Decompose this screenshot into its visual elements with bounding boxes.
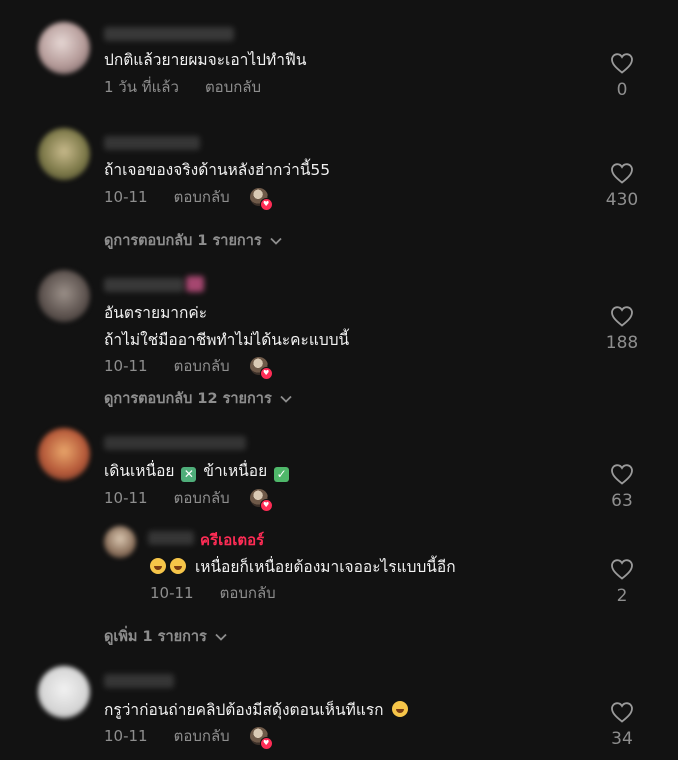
comment-text: อันตรายมากค่ะ ถ้าไม่ใช่มืออาชีพทำไม่ได้น… xyxy=(104,304,350,349)
like-button[interactable]: 0 xyxy=(602,52,642,100)
rolling-on-floor-laughing-emoji xyxy=(392,701,409,717)
username[interactable] xyxy=(148,531,194,545)
cross-mark-emoji: ✕ xyxy=(181,467,197,482)
heart-outline-icon xyxy=(611,306,633,327)
username[interactable] xyxy=(104,136,200,150)
heart-outline-icon xyxy=(611,464,633,485)
chevron-down-icon xyxy=(270,237,282,245)
heart-icon: ♥ xyxy=(259,499,273,512)
grinning-squinting-face-emoji xyxy=(150,558,166,574)
view-more-button[interactable]: ดูเพิ่ม 1 รายการ xyxy=(104,625,227,648)
comment-time: 10-11 xyxy=(104,188,148,206)
reply-text: เหนื่อยก็เหนื่อยต้องมาเจออะไรแบบนี้อีก xyxy=(150,556,456,578)
comment-time: 10-11 xyxy=(104,357,148,375)
reply-button[interactable]: ตอบกลับ xyxy=(174,185,230,209)
username[interactable] xyxy=(104,27,234,41)
like-count: 188 xyxy=(605,333,639,353)
reply-button[interactable]: ตอบกลับ xyxy=(205,75,261,99)
reply-time: 10-11 xyxy=(150,584,194,602)
check-mark-emoji: ✓ xyxy=(274,467,290,482)
avatar[interactable] xyxy=(38,428,90,480)
comment-time: 10-11 xyxy=(104,727,148,745)
creator-liked-badge: ♥ xyxy=(249,727,273,750)
like-count: 34 xyxy=(611,729,633,749)
comment-text: กรูว่าก่อนถ่ายคลิปต้องมีสดุ้งตอนเห็นทีแร… xyxy=(104,699,412,721)
reply-meta: 10-11 ตอบกลับ xyxy=(150,581,276,605)
chevron-down-icon xyxy=(215,633,227,641)
username[interactable] xyxy=(104,674,174,688)
avatar[interactable] xyxy=(104,526,136,558)
reply-button[interactable]: ตอบกลับ xyxy=(220,581,276,605)
avatar[interactable] xyxy=(38,22,90,74)
creator-liked-badge: ♥ xyxy=(249,188,273,211)
like-count: 2 xyxy=(616,586,628,606)
heart-outline-icon xyxy=(611,163,633,184)
comment-meta: 1 วัน ที่แล้ว ตอบกลับ xyxy=(104,75,261,99)
reply-button[interactable]: ตอบกลับ xyxy=(174,724,230,748)
creator-liked-badge: ♥ xyxy=(249,489,273,512)
heart-icon: ♥ xyxy=(259,367,273,380)
like-button[interactable]: 2 xyxy=(602,558,642,606)
like-button[interactable]: 430 xyxy=(602,162,642,210)
like-count: 0 xyxy=(616,80,628,100)
like-count: 430 xyxy=(605,190,639,210)
grinning-squinting-face-emoji xyxy=(170,558,186,574)
creator-badge: ครีเอเตอร์ xyxy=(200,531,265,549)
comment-text: ถ้าเจอของจริงด้านหลังฮ่ากว่านี้55 xyxy=(104,161,331,179)
heart-outline-icon xyxy=(611,702,633,723)
username[interactable] xyxy=(104,436,246,450)
heart-icon: ♥ xyxy=(259,737,273,750)
chevron-down-icon xyxy=(280,395,292,403)
avatar[interactable] xyxy=(38,666,90,718)
comment-text: ปกติแล้วยายผมจะเอาไปทำฟืน xyxy=(104,51,307,69)
avatar[interactable] xyxy=(38,128,90,180)
comment-time: 1 วัน ที่แล้ว xyxy=(104,78,179,96)
heart-outline-icon xyxy=(611,559,633,580)
comment-meta: 10-11 ตอบกลับ ♥ xyxy=(104,486,273,512)
like-button[interactable]: 63 xyxy=(602,463,642,511)
comment-meta: 10-11 ตอบกลับ ♥ xyxy=(104,185,273,211)
view-replies-button[interactable]: ดูการตอบกลับ 12 รายการ xyxy=(104,387,292,410)
like-button[interactable]: 188 xyxy=(602,305,642,353)
view-replies-button[interactable]: ดูการตอบกลับ 1 รายการ xyxy=(104,229,282,252)
username-emoji xyxy=(186,276,204,292)
heart-icon: ♥ xyxy=(259,198,273,211)
like-button[interactable]: 34 xyxy=(602,701,642,749)
comment-meta: 10-11 ตอบกลับ ♥ xyxy=(104,354,273,380)
comment-meta: 10-11 ตอบกลับ ♥ xyxy=(104,724,273,750)
avatar[interactable] xyxy=(38,270,90,322)
reply-button[interactable]: ตอบกลับ xyxy=(174,486,230,510)
like-count: 63 xyxy=(611,491,633,511)
heart-outline-icon xyxy=(611,53,633,74)
creator-liked-badge: ♥ xyxy=(249,357,273,380)
reply-button[interactable]: ตอบกลับ xyxy=(174,354,230,378)
comment-time: 10-11 xyxy=(104,489,148,507)
comment-text: เดินเหนื่อย ✕ ข้าเหนื่อย ✓ xyxy=(104,460,291,482)
username[interactable] xyxy=(104,278,184,292)
